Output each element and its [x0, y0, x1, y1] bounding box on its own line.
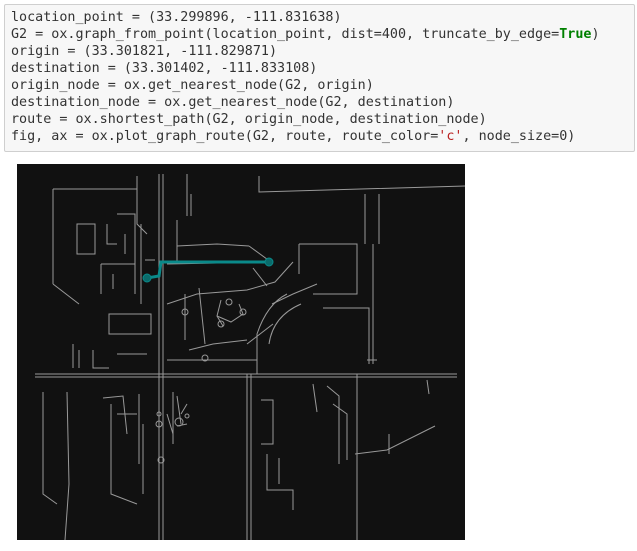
street-network-graph — [17, 164, 465, 540]
code-line: origin = (33.301821, -111.829871) — [11, 43, 634, 60]
code-line: origin_node = ox.get_nearest_node(G2, or… — [11, 77, 634, 94]
plot-background — [17, 164, 465, 540]
code-token: route = ox.shortest_path(G2, origin_node… — [11, 112, 487, 127]
code-token: origin = (33.301821, -111.829871) — [11, 44, 278, 59]
code-token: True — [559, 27, 592, 42]
code-line: fig, ax = ox.plot_graph_route(G2, route,… — [11, 128, 634, 145]
route-plot-output — [17, 164, 465, 540]
code-token: , node_size=0) — [462, 129, 576, 144]
code-token: origin_node = ox.get_nearest_node(G2, or… — [11, 78, 374, 93]
code-line: destination_node = ox.get_nearest_node(G… — [11, 94, 634, 111]
code-line: location_point = (33.299896, -111.831638… — [11, 9, 634, 26]
code-cell-input[interactable]: location_point = (33.299896, -111.831638… — [4, 4, 635, 152]
code-token: 'c' — [438, 129, 463, 144]
code-token: fig, ax = ox.plot_graph_route(G2, route,… — [11, 129, 439, 144]
notebook-page: location_point = (33.299896, -111.831638… — [0, 0, 637, 551]
code-token: location_point = (33.299896, -111.831638… — [11, 10, 342, 25]
code-line: destination = (33.301402, -111.833108) — [11, 60, 634, 77]
code-line: route = ox.shortest_path(G2, origin_node… — [11, 111, 634, 128]
code-line: G2 = ox.graph_from_point(location_point,… — [11, 26, 634, 43]
route-origin-node — [264, 257, 274, 267]
code-token: destination_node = ox.get_nearest_node(G… — [11, 95, 455, 110]
code-token: G2 = ox.graph_from_point(location_point,… — [11, 27, 560, 42]
code-token: destination = (33.301402, -111.833108) — [11, 61, 318, 76]
route-destination-node — [142, 273, 152, 283]
code-token: ) — [591, 27, 600, 42]
